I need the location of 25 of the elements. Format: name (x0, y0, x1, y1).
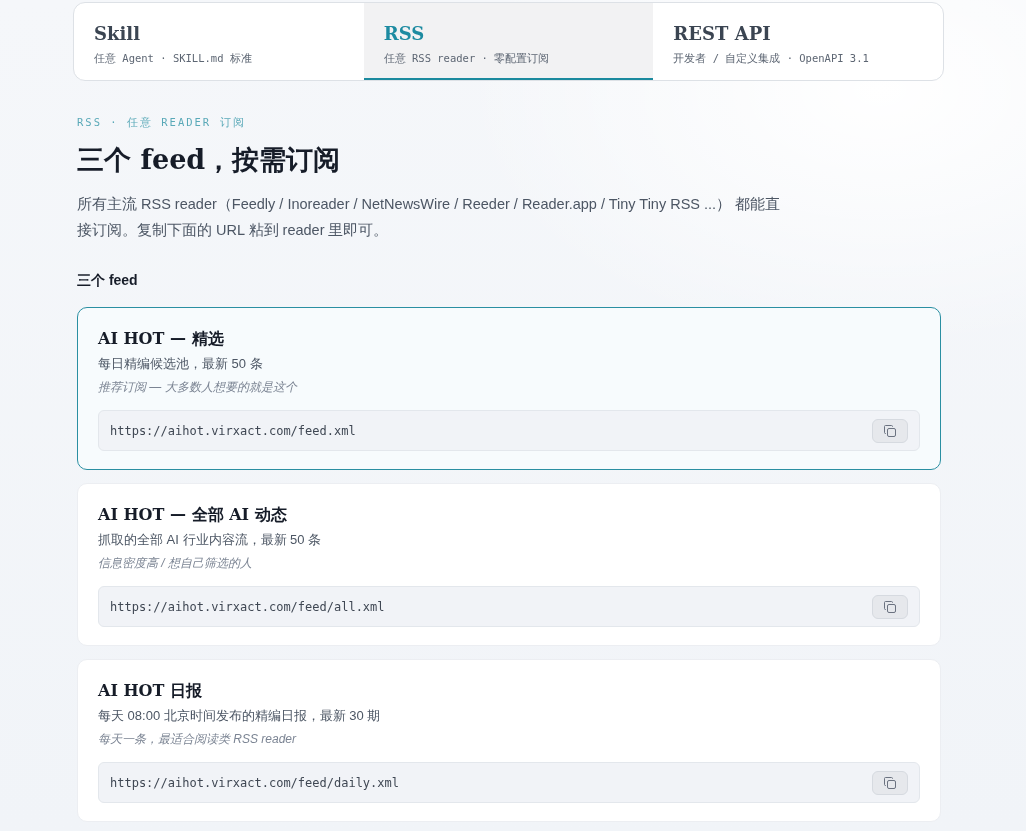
feed-description: 抓取的全部 AI 行业内容流，最新 50 条 (98, 531, 323, 549)
copy-button[interactable] (872, 418, 908, 443)
section-heading: 三个 feed，按需订阅 (77, 143, 342, 177)
feed-description: 每日精编候选池，最新 50 条 (98, 355, 264, 373)
feed-url: https://aihot.virxact.com/feed.xml (110, 423, 356, 438)
tab[interactable]: RSS 任意 RSS reader · 零配置订阅 (363, 3, 654, 80)
copy-icon (884, 424, 896, 437)
feeds-subheading: 三个 feed (77, 271, 139, 290)
feed-url: https://aihot.virxact.com/feed/daily.xml (110, 775, 399, 790)
feed-title: AI HOT 日报 (98, 680, 203, 702)
feed-url: https://aihot.virxact.com/feed/all.xml (110, 599, 385, 614)
copy-icon (884, 776, 896, 789)
feed-note: 推荐订阅 — 大多数人想要的就是这个 (98, 379, 299, 396)
tab[interactable]: REST API 开发者 / 自定义集成 · OpenAPI 3.1 (653, 3, 943, 80)
feed-note: 每天一条，最适合阅读类 RSS reader (98, 731, 298, 748)
section-eyebrow: RSS · 任意 READER 订阅 (77, 115, 247, 129)
copy-button[interactable] (872, 594, 908, 619)
feed-title: AI HOT — 全部 AI 动态 (98, 504, 288, 526)
feed-note: 信息密度高 / 想自己筛选的人 (98, 555, 253, 572)
tab[interactable]: Skill 任意 Agent · SKILL.md 标准 (74, 3, 364, 80)
intro-paragraph: 所有主流 RSS reader（Feedly / Inoreader / NetNewsWire / Reeder / Reader.app / Tiny Tiny RSS ...） 都能直接订阅。复制下面的 URL 粘到 reader 里即可。 (77, 195, 782, 240)
copy-button[interactable] (872, 770, 908, 795)
feed-title: AI HOT — 精选 (98, 328, 225, 350)
feed-description: 每天 08:00 北京时间发布的精编日报，最新 30 期 (98, 707, 382, 725)
copy-icon (884, 600, 896, 613)
